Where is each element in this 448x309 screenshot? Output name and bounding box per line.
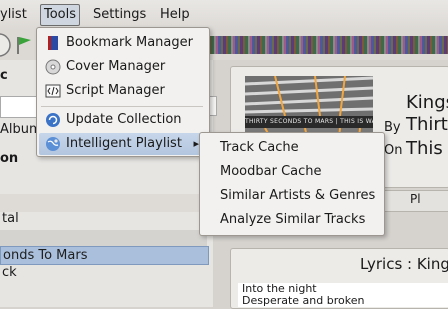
menu-settings[interactable]: Settings bbox=[90, 5, 149, 25]
bookmark-icon bbox=[48, 36, 58, 50]
section-label: on bbox=[0, 151, 19, 166]
album-art-caption: THIRTY SECONDS TO MARS | THIS IS WAR bbox=[245, 116, 373, 128]
lyrics-header: Lyrics : Kings bbox=[360, 255, 448, 273]
collection-heading: c bbox=[0, 68, 8, 83]
menu-item-label: Cover Manager bbox=[66, 59, 166, 74]
submenu-item-similar-artists-genres[interactable]: Similar Artists & Genres bbox=[220, 185, 375, 207]
tab-playlist[interactable]: Pl bbox=[410, 192, 421, 206]
submenu-item-moodbar-cache[interactable]: Moodbar Cache bbox=[220, 161, 322, 183]
menu-playlist[interactable]: ylist bbox=[0, 5, 30, 25]
lyrics-text: Into the night Desperate and broken bbox=[238, 283, 448, 307]
menu-item-label: Intelligent Playlist bbox=[66, 136, 182, 151]
menu-item-label: Bookmark Manager bbox=[66, 35, 193, 50]
lyrics-line: Desperate and broken bbox=[242, 294, 365, 307]
cd-icon bbox=[45, 59, 61, 75]
list-item-selected[interactable]: onds To Mars bbox=[0, 246, 209, 265]
moodbar[interactable] bbox=[206, 36, 448, 54]
globe-icon bbox=[46, 137, 60, 151]
menu-item-label: Script Manager bbox=[66, 83, 165, 98]
album-name[interactable]: This bbox=[406, 138, 443, 159]
artist-name[interactable]: Thirty bbox=[406, 114, 448, 135]
tools-menu: Bookmark Manager Cover Manager Script Ma… bbox=[36, 27, 210, 157]
submenu-item-track-cache[interactable]: Track Cache bbox=[220, 137, 299, 159]
stop-button-icon[interactable] bbox=[0, 33, 14, 57]
on-label: On bbox=[384, 143, 403, 158]
menu-item-script-manager[interactable]: Script Manager bbox=[39, 80, 205, 102]
menu-tools[interactable]: Tools bbox=[40, 4, 81, 26]
by-label: By bbox=[384, 120, 401, 135]
menu-item-cover-manager[interactable]: Cover Manager bbox=[39, 56, 205, 78]
album-label: Album bbox=[0, 122, 42, 137]
submenu-item-analyze-similar-tracks[interactable]: Analyze Similar Tracks bbox=[220, 209, 365, 231]
menu-item-bookmark-manager[interactable]: Bookmark Manager bbox=[39, 32, 205, 54]
script-icon bbox=[45, 84, 61, 98]
menu-item-intelligent-playlist[interactable]: Intelligent Playlist ▸ bbox=[39, 133, 205, 155]
flag-icon[interactable] bbox=[14, 34, 34, 56]
menu-item-label: Update Collection bbox=[66, 112, 182, 127]
menu-bar: ylist Tools Settings Help bbox=[0, 0, 448, 30]
list-item[interactable]: tal bbox=[0, 210, 207, 228]
menu-item-update-collection[interactable]: Update Collection bbox=[39, 109, 205, 131]
refresh-icon bbox=[46, 113, 60, 127]
track-title: Kings bbox=[406, 92, 448, 113]
menu-separator bbox=[41, 106, 203, 107]
intelligent-playlist-submenu: Track Cache Moodbar Cache Similar Artist… bbox=[199, 132, 385, 236]
menu-help[interactable]: Help bbox=[157, 5, 193, 25]
list-item[interactable]: ck bbox=[0, 264, 207, 282]
